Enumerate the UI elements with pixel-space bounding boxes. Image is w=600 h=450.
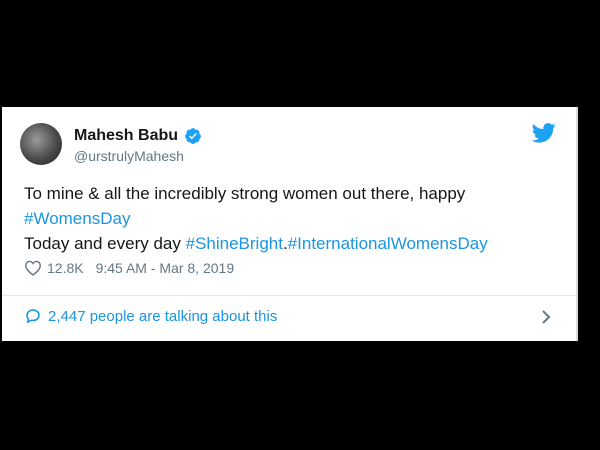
author-handle[interactable]: @urstrulyMahesh xyxy=(74,148,184,164)
author-name-row: Mahesh Babu xyxy=(74,127,202,145)
heart-icon[interactable] xyxy=(24,260,42,276)
conversation-link[interactable]: 2,447 people are talking about this xyxy=(24,307,277,325)
verified-badge-icon xyxy=(185,128,201,144)
tweet-card: Mahesh Babu @urstrulyMahesh To mine & al… xyxy=(2,107,578,341)
author-avatar[interactable] xyxy=(20,123,62,165)
tweet-text-part2: Today and every day xyxy=(24,234,186,253)
hashtag-shinebright[interactable]: #ShineBright xyxy=(186,234,283,253)
divider xyxy=(2,295,576,296)
tweet-text: To mine & all the incredibly strong wome… xyxy=(24,181,564,256)
twitter-bird-icon[interactable] xyxy=(532,123,556,143)
hashtag-womensday[interactable]: #WomensDay xyxy=(24,209,130,228)
reply-bubble-icon xyxy=(26,309,40,324)
tweet-meta: 12.8K 9:45 AM - Mar 8, 2019 xyxy=(24,260,234,276)
tweet-text-part1: To mine & all the incredibly strong wome… xyxy=(24,184,466,203)
tweet-timestamp[interactable]: 9:45 AM - Mar 8, 2019 xyxy=(96,260,235,276)
conversation-text[interactable]: 2,447 people are talking about this xyxy=(48,308,277,325)
chevron-right-icon[interactable] xyxy=(538,308,554,326)
hashtag-internationalwomensday[interactable]: #InternationalWomensDay xyxy=(288,234,488,253)
author-name[interactable]: Mahesh Babu xyxy=(74,127,178,145)
like-count[interactable]: 12.8K xyxy=(47,260,84,276)
